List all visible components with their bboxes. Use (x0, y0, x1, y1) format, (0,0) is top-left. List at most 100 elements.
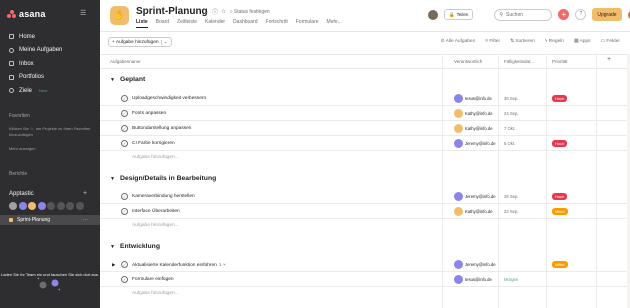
reports-link[interactable]: Berichte (9, 171, 27, 177)
priority-badge[interactable]: Hoch (552, 193, 568, 200)
column-task-name[interactable]: Aufgabenname (110, 59, 141, 64)
tab-list[interactable]: Liste (136, 19, 148, 28)
collapse-triangle-icon[interactable]: ▼ (110, 77, 115, 83)
column-priority[interactable]: Priorität (552, 59, 568, 64)
complete-checkbox[interactable]: ✓ (121, 261, 128, 268)
team-name[interactable]: Apptastic (9, 191, 34, 197)
avatar[interactable] (428, 9, 438, 20)
task-name[interactable]: Uploadgeschwindigkeit verbessern (132, 96, 206, 101)
table-row[interactable]: ✓ CI Farbe korrigieren Jeremy@info.de 5 O… (100, 136, 630, 151)
priority-badge[interactable]: Mittel (552, 208, 568, 215)
tab-dashboard[interactable]: Dashboard (233, 19, 257, 28)
tab-more[interactable]: Mehr... (327, 19, 342, 28)
tab-board[interactable]: Board (156, 19, 169, 28)
task-name[interactable]: Formulare einfügen (132, 277, 174, 282)
avatar[interactable] (37, 202, 46, 210)
search-input[interactable]: ⚲ Suchen (494, 8, 553, 21)
tab-forms[interactable]: Formulare (296, 19, 319, 28)
task-name[interactable]: Buttondarstellung anpassen (132, 126, 191, 131)
sidebar-item-inbox[interactable]: Inbox (0, 57, 100, 71)
table-row[interactable]: ✓ Uploadgeschwindigkeit verbessern tesus@… (100, 91, 630, 106)
all-tasks-button[interactable]: ⊙ Alle Aufgaben (441, 39, 476, 44)
add-task-link[interactable]: Aufgabe hinzufügen... (132, 291, 179, 296)
share-button[interactable]: 🔒 Teilen (444, 9, 474, 20)
task-name[interactable]: Fonts anpassen (132, 111, 166, 116)
column-assignee[interactable]: Verantwortlich (454, 59, 482, 64)
assignee[interactable]: Jeremy@info.de (454, 192, 496, 201)
priority-badge[interactable]: Mittel (552, 261, 568, 268)
sidebar-item-goals[interactable]: Ziele Neu! (0, 84, 100, 98)
tab-progress[interactable]: Fortschritt (266, 19, 288, 28)
priority-badge[interactable]: Hoch (552, 95, 568, 102)
show-more-link[interactable]: Mehr anzeigen (9, 146, 35, 151)
table-row[interactable]: ✓ Formulare einfügen tesus@info.de Morgen (100, 272, 630, 287)
add-task-link[interactable]: Aufgabe hinzufügen... (132, 223, 179, 228)
page-title[interactable]: Sprint-Planung (136, 6, 208, 17)
table-row[interactable]: ▶ ✓ Aktualisierte Kalenderfunktion einfüh… (100, 257, 630, 272)
due-date[interactable]: 22 Sep. (504, 209, 518, 214)
avatar[interactable] (9, 202, 17, 210)
complete-checkbox[interactable]: ✓ (121, 193, 128, 200)
set-status-button[interactable]: ○ Status festlegen (229, 9, 269, 15)
add-task-link[interactable]: Aufgabe hinzufügen... (132, 155, 179, 160)
upgrade-button[interactable]: Upgrade (592, 8, 622, 21)
assignee[interactable]: tesus@info.de (454, 94, 492, 103)
add-team-icon[interactable]: + (83, 190, 87, 197)
complete-checkbox[interactable]: ✓ (121, 208, 128, 215)
more-options-icon[interactable]: ··· (83, 217, 88, 223)
sidebar-project-sprint-planung[interactable]: Sprint-Planung ··· (0, 215, 100, 225)
info-icon[interactable]: ⓘ (212, 7, 218, 16)
table-row[interactable]: ✓ Fonts anpassen Kathy@info.de 24 Sep. (100, 106, 630, 121)
subtask-count[interactable]: 1 ⑂ (219, 263, 226, 268)
due-date[interactable]: 30 Sep. (504, 96, 518, 101)
favorites-title[interactable]: Favoriten (9, 113, 30, 119)
sidebar-item-home[interactable]: Home (0, 30, 100, 44)
task-name[interactable]: Interface Überarbeiten (132, 209, 180, 214)
assignee[interactable]: Jeremy@info.de (454, 139, 496, 148)
star-icon[interactable]: ☆ (221, 8, 226, 15)
task-name[interactable]: Kameraverbindung herstellen (132, 194, 195, 199)
assignee[interactable]: Jeremy@info.de (454, 260, 496, 269)
task-name[interactable]: CI Farbe korrigieren (132, 141, 175, 146)
collapse-triangle-icon[interactable]: ▼ (110, 244, 115, 250)
collapse-triangle-icon[interactable]: ▼ (110, 176, 115, 182)
quick-add-button[interactable]: + (558, 9, 570, 20)
due-date[interactable]: 7 Okt. (504, 126, 515, 131)
sort-button[interactable]: ⇅ Sortieren (510, 39, 535, 44)
section-header[interactable]: ▼ Geplant (110, 76, 145, 83)
apps-button[interactable]: ▦ Apps (574, 39, 591, 44)
filter-button[interactable]: ≡ Filter (485, 39, 500, 44)
complete-checkbox[interactable]: ✓ (121, 140, 128, 147)
due-date[interactable]: 5 Okt. (504, 141, 515, 146)
priority-badge[interactable]: Hoch (552, 140, 568, 147)
complete-checkbox[interactable]: ✓ (121, 276, 128, 283)
help-button[interactable]: ? (575, 9, 587, 20)
due-date[interactable]: 28 Sep. (504, 194, 518, 199)
column-due-date[interactable]: Fälligkeitsdat... (504, 59, 534, 64)
add-column-icon[interactable]: + (607, 56, 611, 63)
section-header[interactable]: ▼ Entwicklung (110, 243, 160, 250)
assignee[interactable]: tesus@info.de (454, 275, 492, 284)
assignee[interactable]: Kathy@info.de (454, 109, 493, 118)
assignee[interactable]: Kathy@info.de (454, 207, 493, 216)
project-icon[interactable]: ✋ (110, 6, 129, 25)
chevron-down-icon[interactable]: ⌄ (204, 8, 209, 15)
due-date[interactable]: Morgen (504, 277, 518, 282)
add-task-button[interactable]: + Aufgabe hinzufügen ⌄ (108, 37, 172, 47)
table-row[interactable]: ✓ Interface Überarbeiten Kathy@info.de 22… (100, 204, 630, 219)
assignee[interactable]: Kathy@info.de (454, 124, 493, 133)
sidebar-item-my-tasks[interactable]: Meine Aufgaben (0, 44, 100, 58)
table-row[interactable]: ✓ Buttondarstellung anpassen Kathy@info.d… (100, 121, 630, 136)
section-header[interactable]: ▼ Design/Details in Bearbeitung (110, 175, 216, 182)
complete-checkbox[interactable]: ✓ (121, 125, 128, 132)
chevron-down-icon[interactable]: ⌄ (160, 39, 168, 45)
avatar[interactable] (28, 202, 36, 210)
tab-timeline[interactable]: Zeitleiste (177, 19, 197, 28)
rules-button[interactable]: ϟ Regeln (545, 39, 564, 44)
expand-subtasks-icon[interactable]: ▶ (112, 262, 115, 268)
avatar[interactable] (18, 202, 27, 210)
table-row[interactable]: ✓ Kameraverbindung herstellen Jeremy@info… (100, 189, 630, 204)
complete-checkbox[interactable]: ✓ (121, 95, 128, 102)
complete-checkbox[interactable]: ✓ (121, 110, 128, 117)
sidebar-item-portfolios[interactable]: Portfolios (0, 71, 100, 85)
